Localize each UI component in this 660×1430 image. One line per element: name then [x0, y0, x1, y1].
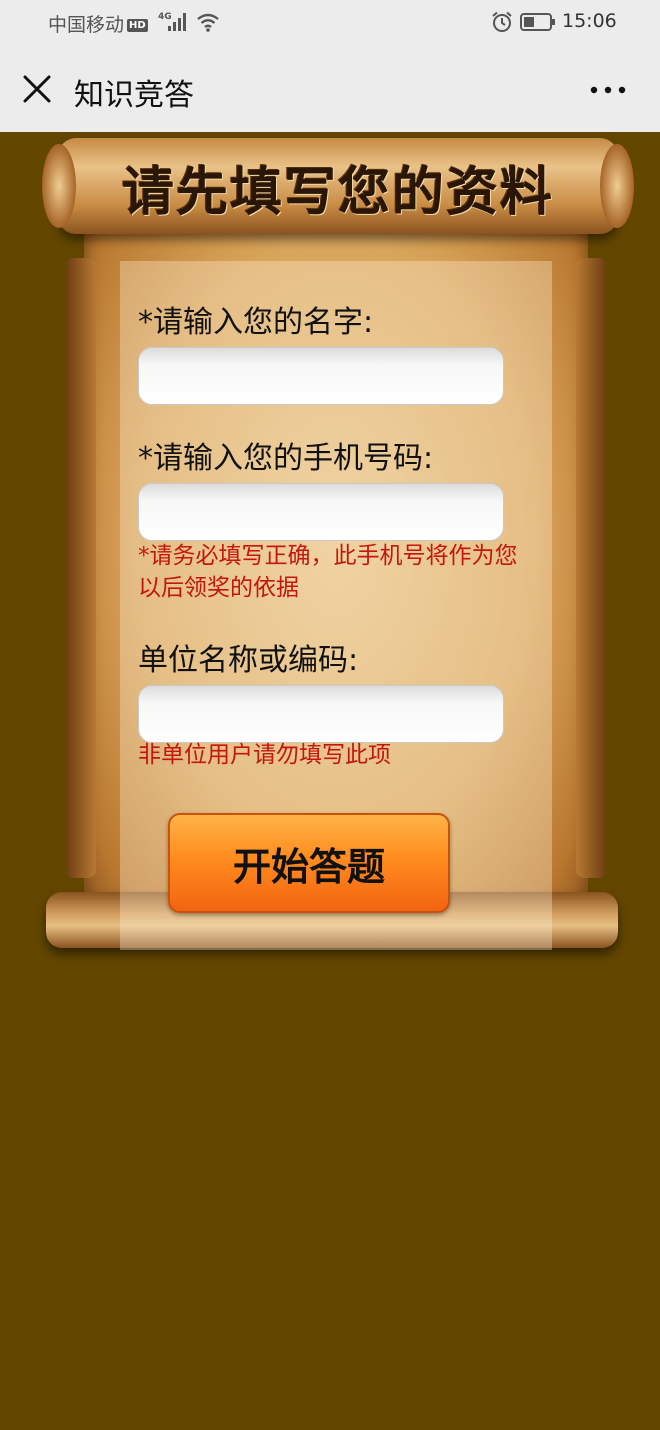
- org-label: 单位名称或编码:: [138, 643, 359, 678]
- clock-time: 15:06: [562, 10, 617, 32]
- registration-form: *请输入您的名字: *请输入您的手机号码: *请务必填写正确，此手机号将作为您以…: [120, 261, 552, 950]
- wifi-icon: [197, 13, 219, 32]
- hd-badge: HD: [127, 19, 148, 32]
- phone-label: *请输入您的手机号码:: [138, 441, 434, 476]
- alarm-clock-icon: [492, 11, 512, 32]
- phone-input[interactable]: [138, 483, 504, 541]
- org-hint: 非单位用户请勿填写此项: [138, 742, 391, 768]
- more-options-icon[interactable]: [588, 84, 628, 96]
- org-input[interactable]: [138, 685, 504, 743]
- cellular-signal-icon: 4G: [158, 12, 186, 31]
- network-type-label: 4G: [158, 12, 172, 22]
- scroll-heading: 请先填写您的资料: [121, 163, 554, 223]
- status-bar: 中国移动 HD 4G 15:06: [0, 0, 660, 46]
- name-label: *请输入您的名字:: [138, 305, 374, 340]
- carrier-name: 中国移动 HD: [48, 14, 148, 36]
- nav-bar: 知识竞答: [0, 46, 660, 132]
- close-icon[interactable]: [20, 72, 54, 106]
- battery-icon: [520, 13, 555, 31]
- page-title: 知识竞答: [74, 78, 194, 113]
- name-input[interactable]: [138, 347, 504, 405]
- phone-hint: *请务必填写正确，此手机号将作为您以后领奖的依据: [138, 543, 518, 601]
- start-quiz-button[interactable]: 开始答题: [168, 813, 450, 913]
